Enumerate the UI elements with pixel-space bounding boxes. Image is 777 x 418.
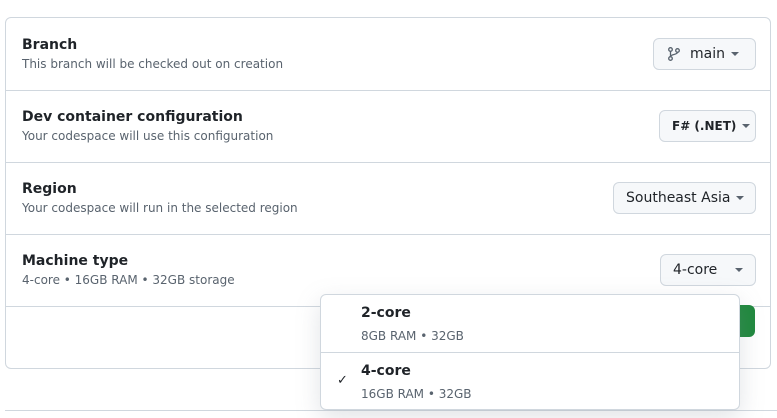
chevron-down-icon: [736, 196, 745, 200]
devcontainer-select-label: F# (.NET): [672, 119, 737, 133]
machine-type-select-button[interactable]: 4-core: [660, 254, 756, 286]
region-title: Region: [22, 181, 77, 197]
devcontainer-row: Dev container configuration Your codespa…: [6, 90, 770, 163]
machine-type-select-label: 4-core: [673, 262, 718, 278]
devcontainer-select-button[interactable]: F# (.NET): [659, 110, 756, 142]
menu-option-detail: 8GB RAM • 32GB: [361, 329, 464, 343]
branch-row: Branch This branch will be checked out o…: [6, 18, 770, 91]
git-branch-icon: [668, 47, 680, 61]
branch-description: This branch will be checked out on creat…: [22, 57, 284, 71]
branch-select-button[interactable]: main: [653, 38, 756, 70]
menu-option-title: 4-core: [361, 363, 411, 379]
menu-option-title: 2-core: [361, 305, 411, 321]
chevron-down-icon: [730, 52, 739, 56]
menu-option-detail: 16GB RAM • 32GB: [361, 387, 472, 401]
chevron-down-icon: [735, 268, 743, 272]
devcontainer-title: Dev container configuration: [22, 109, 243, 125]
menu-option-2-core[interactable]: 2-core 8GB RAM • 32GB: [321, 295, 739, 353]
chevron-down-icon: [742, 124, 751, 128]
branch-select-label: main: [690, 46, 725, 62]
region-row: Region Your codespace will run in the se…: [6, 162, 770, 235]
region-select-button[interactable]: Southeast Asia: [613, 182, 756, 214]
devcontainer-description: Your codespace will use this configurati…: [22, 129, 274, 143]
check-icon: ✓: [337, 373, 348, 388]
region-select-label: Southeast Asia: [626, 190, 731, 206]
region-description: Your codespace will run in the selected …: [22, 201, 298, 215]
machine-type-title: Machine type: [22, 253, 129, 269]
branch-title: Branch: [22, 37, 78, 53]
machine-type-description: 4-core • 16GB RAM • 32GB storage: [22, 273, 235, 287]
machine-type-menu: 2-core 8GB RAM • 32GB ✓ 4-core 16GB RAM …: [320, 294, 740, 410]
menu-option-4-core[interactable]: ✓ 4-core 16GB RAM • 32GB: [321, 353, 739, 411]
